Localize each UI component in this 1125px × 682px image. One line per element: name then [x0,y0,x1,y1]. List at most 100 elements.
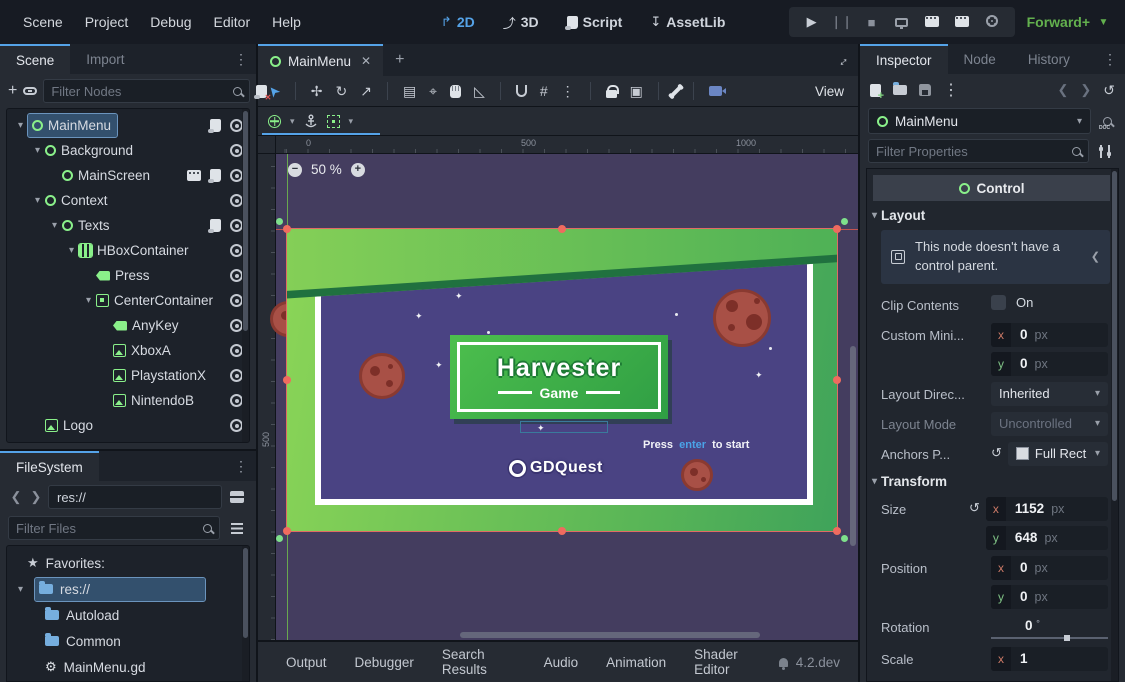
selection-handle[interactable] [833,225,841,233]
tab-inspector[interactable]: Inspector [860,44,948,74]
smart-snap-button[interactable] [516,85,527,97]
path-field[interactable] [48,485,222,509]
bottom-tab-search-results[interactable]: Search Results [432,647,526,677]
anchor-preset-button[interactable] [268,115,281,128]
path-input[interactable] [57,490,213,505]
favorites-row[interactable]: ★ Favorites: [7,550,249,576]
close-icon[interactable]: ✕ [361,54,371,68]
position-x-field[interactable]: x0px [991,556,1108,580]
tree-row-mainmenu[interactable]: ▾MainMenu [7,113,249,138]
object-history-icon[interactable]: ↺ [1103,82,1115,99]
position-y-field[interactable]: y0px [991,585,1108,609]
bottom-tab-shader-editor[interactable]: Shader Editor [684,647,771,677]
filesystem-scrollbar[interactable] [242,546,249,681]
revert-icon[interactable]: ↺ [991,442,1002,461]
class-header[interactable]: Control [873,175,1110,201]
menu-help[interactable]: Help [261,14,312,30]
section-transform[interactable]: ▾Transform [867,469,1118,494]
rotation-slider[interactable]: 0 ° [991,615,1108,641]
layout-direction-dropdown[interactable]: Inherited ▾ [991,382,1108,406]
nav-forward-icon[interactable]: ❯ [28,489,44,505]
workspace-assetlib-button[interactable]: ↧AssetLib [641,14,734,30]
zoom-level[interactable]: 50 % [311,162,342,177]
file-row-mainmenu-gd[interactable]: ⚙ MainMenu.gd [7,654,249,680]
renderer-selector[interactable]: Forward+▼ [1027,14,1111,30]
lock-button[interactable] [606,85,617,98]
tree-row-nintendob[interactable]: NintendoB [7,388,249,413]
file-row-autoload[interactable]: Autoload [7,602,249,628]
game-scene-canvas[interactable]: ✦ ✦ ✦ ✦ ✦ ✦ ✦ [287,229,837,531]
add-node-button[interactable]: + [8,80,17,102]
grid-snap-button[interactable]: # [540,83,548,99]
group-button[interactable]: ▣ [630,83,643,100]
inspector-scrollbar[interactable] [1111,169,1118,681]
tree-row-centercontainer[interactable]: ▾CenterContainer [7,288,249,313]
tab-import[interactable]: Import [70,44,140,74]
selection-handle[interactable] [283,527,291,535]
selection-handle[interactable] [558,527,566,535]
dock-menu-icon[interactable]: ⋮ [226,44,256,74]
viewport-vscrollbar[interactable] [850,346,856,546]
anchor-marker[interactable] [841,218,848,225]
bottom-tab-output[interactable]: Output [276,655,337,670]
workspace-script-button[interactable]: Script [558,14,632,30]
play-button[interactable]: ▶ [797,14,827,30]
movie-icon[interactable] [187,170,201,181]
file-row-common[interactable]: Common [7,628,249,654]
dock-menu-icon[interactable]: ⋮ [226,451,256,481]
script-icon[interactable] [210,219,221,232]
chevron-down-icon[interactable]: ▾ [290,116,295,127]
selection-handle[interactable] [283,225,291,233]
view-menu-button[interactable]: View [815,84,848,99]
filter-files-field[interactable] [8,516,220,540]
anchors-preset-dropdown[interactable]: Full Rect ▾ [1008,442,1108,466]
file-row-res[interactable]: ▾ res:// [7,576,249,602]
menu-project[interactable]: Project [74,14,140,30]
resource-menu-icon[interactable]: ⋮ [943,79,959,101]
move-tool-button[interactable]: ✢ [311,83,323,100]
zoom-in-button[interactable]: + [351,163,365,177]
notification-bell-icon[interactable] [779,658,788,667]
filter-properties-field[interactable] [868,139,1089,163]
movie-maker-button[interactable] [947,15,977,30]
tree-row-mainscreen[interactable]: MainScreen [7,163,249,188]
new-resource-icon[interactable] [870,84,881,97]
revert-icon[interactable]: ↺ [969,497,980,516]
load-resource-icon[interactable] [893,85,907,95]
zoom-out-button[interactable]: − [288,163,302,177]
workspace-2d-button[interactable]: ↱2D [432,14,484,30]
script-icon[interactable] [210,119,221,132]
tree-row-press[interactable]: Press [7,263,249,288]
filter-files-input[interactable] [16,521,197,536]
script-icon[interactable] [210,169,221,182]
edited-object-selector[interactable]: MainMenu ▾ [868,108,1091,134]
select-tool-button[interactable]: ➤ [268,83,280,100]
tab-filesystem[interactable]: FileSystem [0,451,99,481]
custom-min-y-field[interactable]: y0px [991,352,1108,376]
instance-scene-button[interactable] [23,80,37,102]
list-select-tool-button[interactable]: ▤ [403,83,416,100]
ruler-tool-button[interactable]: ◺ [474,83,485,100]
chevron-down-icon[interactable]: ▾ [349,116,354,127]
tree-row-hboxcontainer[interactable]: ▾HBoxContainer [7,238,249,263]
tree-row-texts[interactable]: ▾Texts [7,213,249,238]
remote-debug-button[interactable] [887,15,917,30]
snap-options-icon[interactable]: ⋮ [561,83,575,100]
scale-x-field[interactable]: x1 [991,647,1108,671]
selection-handle[interactable] [283,376,291,384]
selection-handle[interactable] [833,527,841,535]
bottom-tab-debugger[interactable]: Debugger [345,655,424,670]
open-docs-button[interactable] [1097,117,1117,126]
split-view-button[interactable] [226,486,248,508]
property-tools-button[interactable] [1095,140,1117,162]
pan-tool-button[interactable] [450,85,461,98]
tab-scene[interactable]: Scene [0,44,70,74]
tree-row-background[interactable]: ▾Background [7,138,249,163]
tab-node[interactable]: Node [948,44,1012,74]
new-scene-tab-button[interactable]: + [383,44,416,76]
scene-tree-scrollbar[interactable] [242,109,249,442]
layout-warning-box[interactable]: This node doesn't have a control parent.… [881,230,1110,284]
filter-nodes-field[interactable] [43,79,250,103]
tab-history[interactable]: History [1012,44,1086,74]
nav-back-icon[interactable]: ❮ [8,489,24,505]
